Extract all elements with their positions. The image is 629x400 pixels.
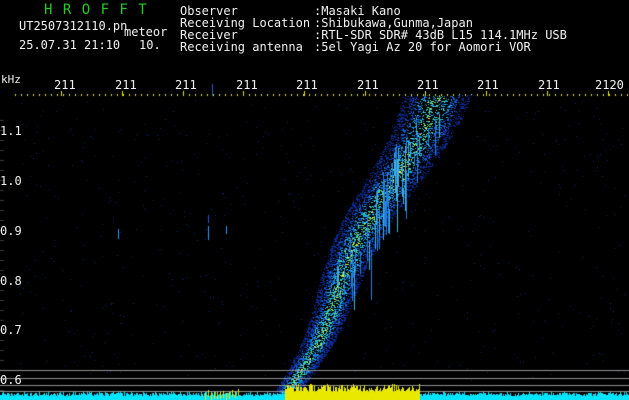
x-tick-label: 2120	[595, 78, 624, 92]
info-antenna: Receiving antenna :5el Yagi Az 20 for Ao…	[180, 41, 620, 53]
y-tick-label: 0.8	[0, 274, 22, 288]
x-tick-label: 211	[357, 78, 379, 92]
y-tick-label: 0.7	[0, 323, 22, 337]
x-tick-label: 211	[538, 78, 560, 92]
brand-title: H R O F F T	[44, 2, 148, 18]
x-tick-label: 211	[296, 78, 318, 92]
y-tick-label: 0.6	[0, 373, 22, 387]
filename-label: UT2507312110.pn	[19, 19, 128, 33]
info-value: :5el Yagi Az 20 for Aomori VOR	[314, 40, 531, 54]
x-tick-label: 211	[115, 78, 137, 92]
x-tick-label: 211	[417, 78, 439, 92]
y-tick-label: 0.9	[0, 224, 22, 238]
x-tick-label: 211	[236, 78, 258, 92]
spectrogram-canvas	[0, 0, 629, 400]
x-tick-label: 211	[54, 78, 76, 92]
datetime-label: 25.07.31 21:10	[19, 38, 121, 52]
y-tick-label: 1.0	[0, 174, 22, 188]
y-tick-label: 1.1	[0, 124, 22, 138]
x-tick-label: 211	[477, 78, 499, 92]
x-tick-label: 211	[175, 78, 197, 92]
info-label: Receiving antenna	[180, 40, 303, 54]
y-unit-label: kHz	[1, 73, 21, 86]
frame-label: 10.	[139, 38, 161, 52]
